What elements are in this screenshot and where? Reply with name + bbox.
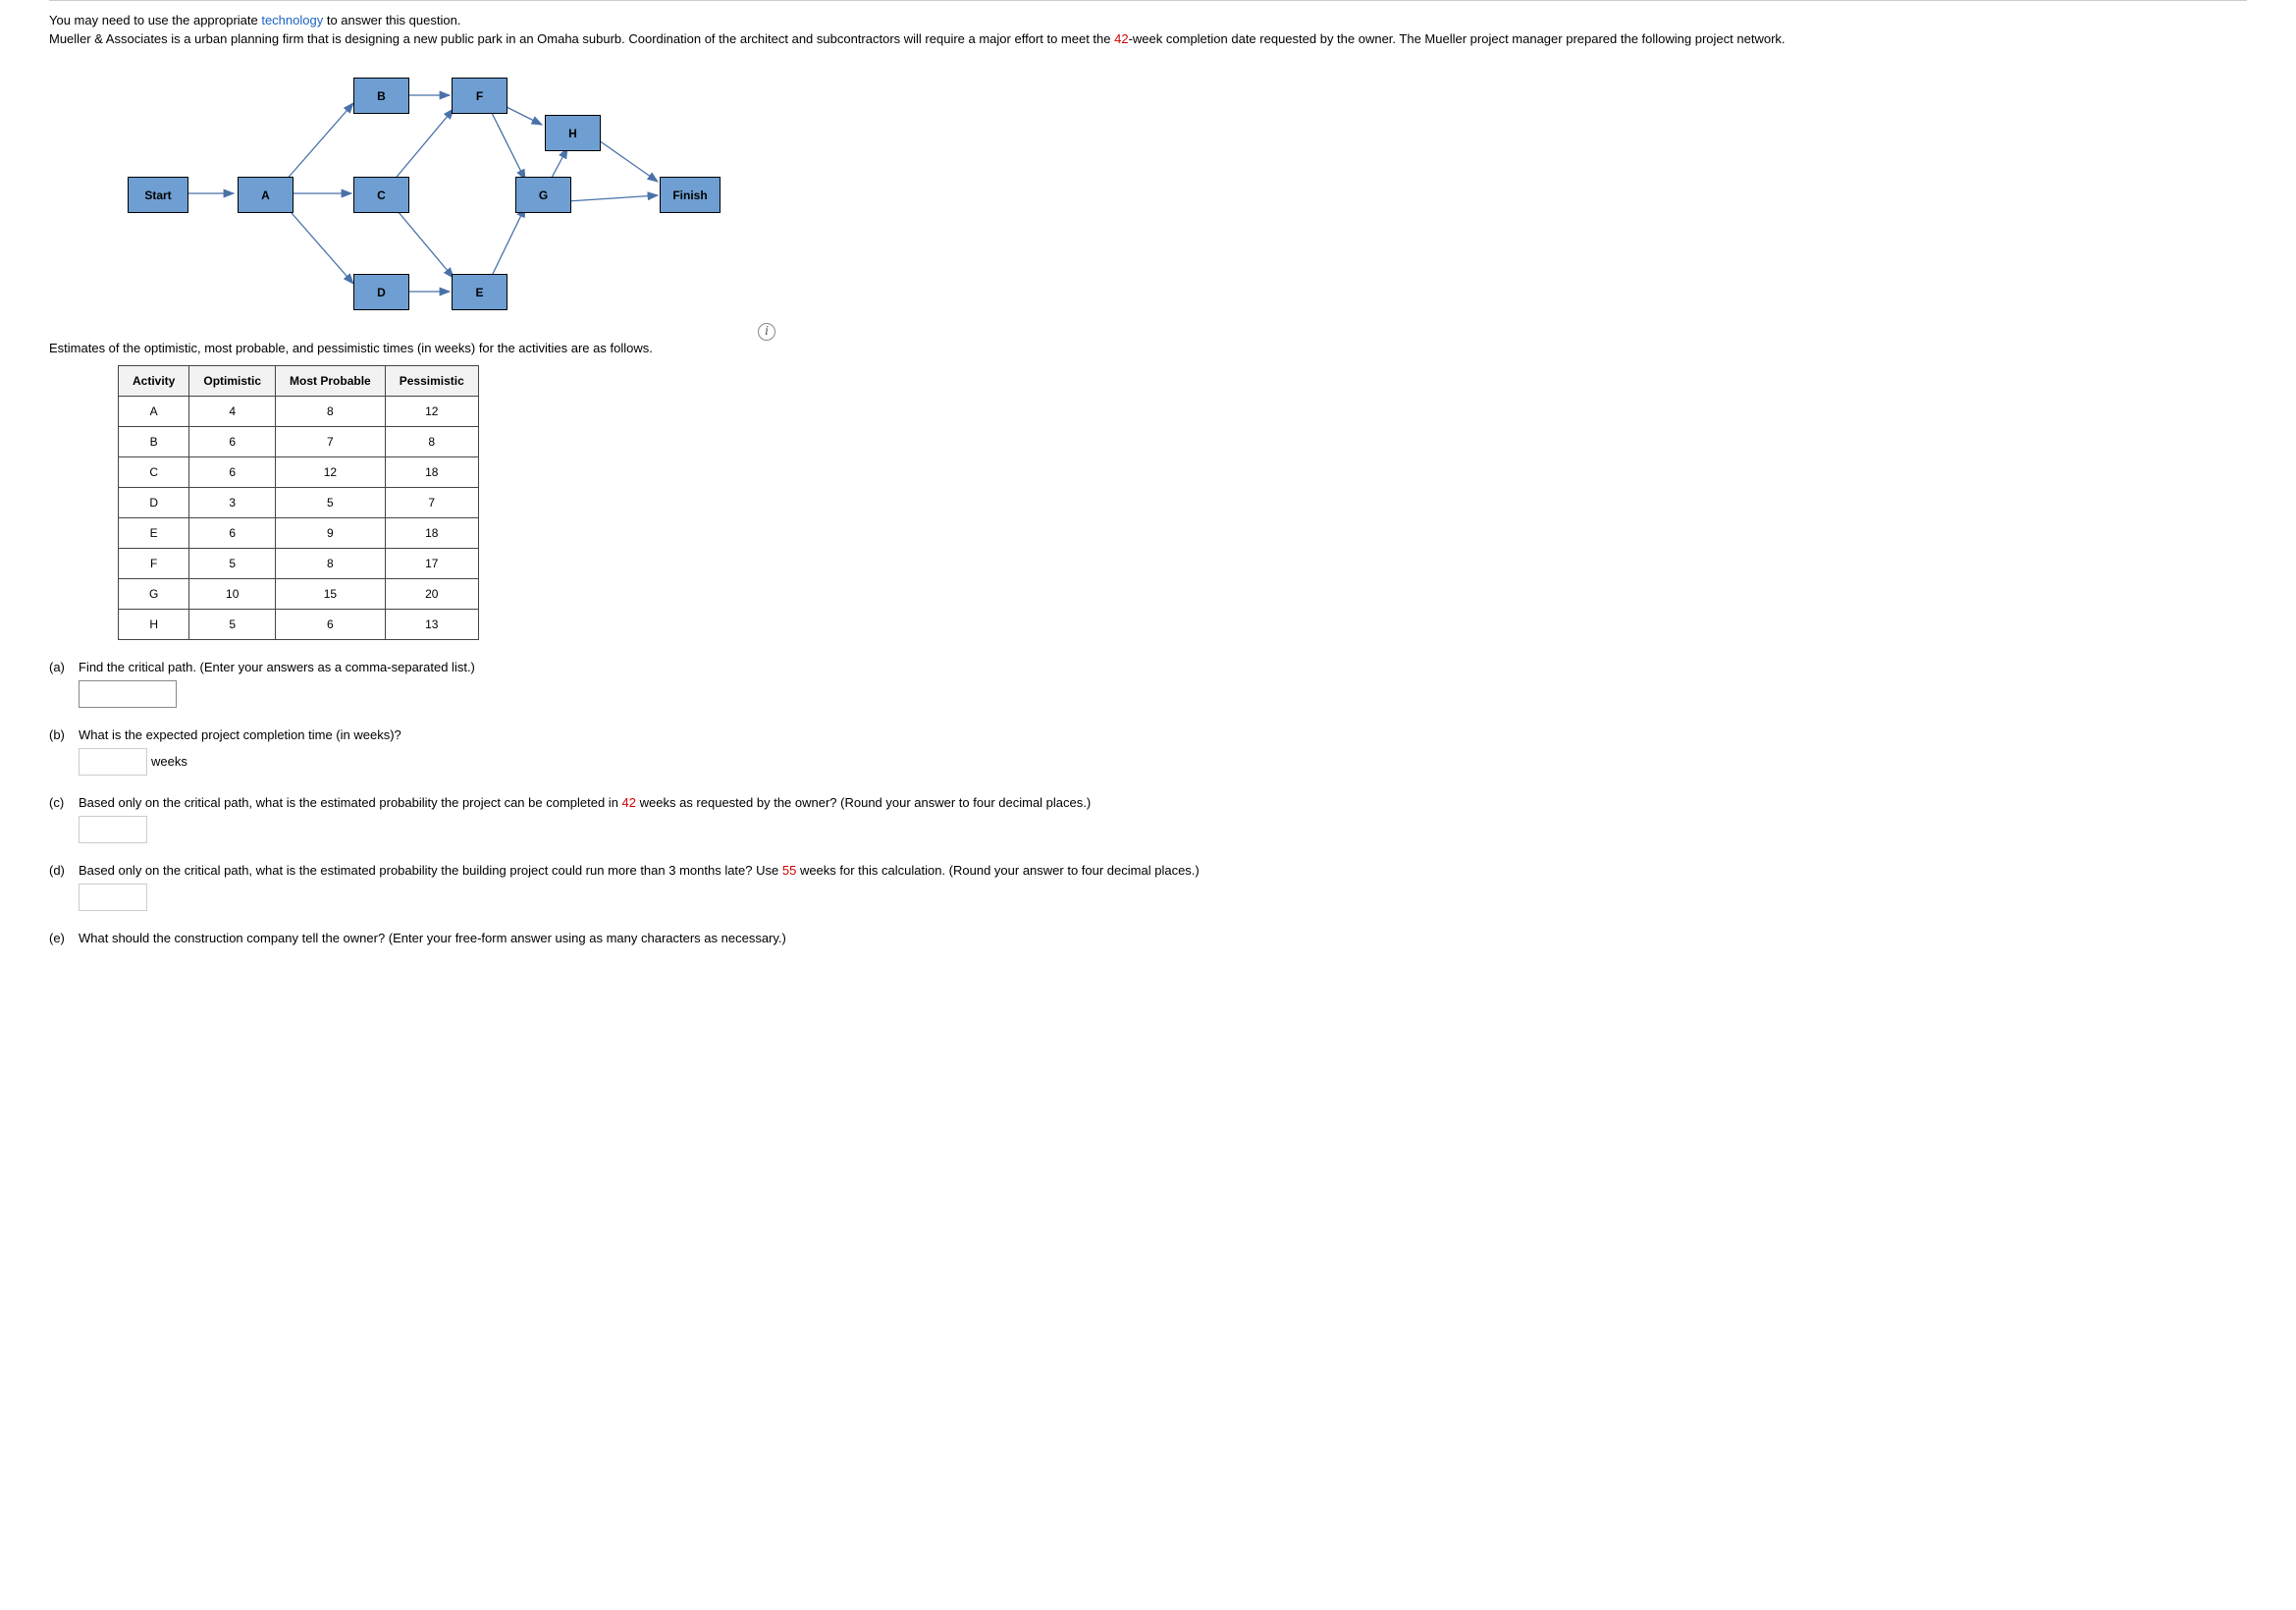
node-f: F xyxy=(452,78,507,114)
table-row: H5613 xyxy=(119,610,479,640)
col-optimistic: Optimistic xyxy=(189,366,276,397)
table-cell: D xyxy=(119,488,189,518)
intro-line1-post: to answer this question. xyxy=(323,13,460,27)
node-c: C xyxy=(353,177,409,213)
intro-line2-pre: Mueller & Associates is a urban planning… xyxy=(49,31,1114,46)
q-text-c-post: weeks as requested by the owner? (Round … xyxy=(636,795,1091,810)
info-icon[interactable]: i xyxy=(758,323,775,341)
table-cell: 13 xyxy=(385,610,478,640)
table-cell: 15 xyxy=(276,579,386,610)
node-h: H xyxy=(545,115,601,151)
answer-input-a[interactable] xyxy=(79,680,177,708)
q-label-b: (b) xyxy=(49,727,79,776)
table-row: D357 xyxy=(119,488,479,518)
q-text-b: What is the expected project completion … xyxy=(79,727,2247,742)
table-cell: 3 xyxy=(189,488,276,518)
q-label-e: (e) xyxy=(49,931,79,951)
q-label-a: (a) xyxy=(49,660,79,708)
table-cell: 6 xyxy=(276,610,386,640)
table-cell: 8 xyxy=(276,549,386,579)
table-cell: 17 xyxy=(385,549,478,579)
table-cell: 7 xyxy=(385,488,478,518)
answer-input-c[interactable] xyxy=(79,816,147,843)
table-cell: H xyxy=(119,610,189,640)
col-activity: Activity xyxy=(119,366,189,397)
table-cell: 4 xyxy=(189,397,276,427)
intro-line1-pre: You may need to use the appropriate xyxy=(49,13,261,27)
intro-line2-post: -week completion date requested by the o… xyxy=(1129,31,1786,46)
q-label-c: (c) xyxy=(49,795,79,843)
weeks-42: 42 xyxy=(1114,31,1128,46)
col-most-probable: Most Probable xyxy=(276,366,386,397)
q-text-d-pre: Based only on the critical path, what is… xyxy=(79,863,782,878)
estimates-table: Activity Optimistic Most Probable Pessim… xyxy=(118,365,479,640)
question-a: (a) Find the critical path. (Enter your … xyxy=(49,660,2247,708)
table-cell: 6 xyxy=(189,457,276,488)
node-g: G xyxy=(515,177,571,213)
question-b: (b) What is the expected project complet… xyxy=(49,727,2247,776)
table-cell: G xyxy=(119,579,189,610)
table-cell: A xyxy=(119,397,189,427)
answer-input-d[interactable] xyxy=(79,884,147,911)
node-e: E xyxy=(452,274,507,310)
table-row: F5817 xyxy=(119,549,479,579)
table-cell: 6 xyxy=(189,427,276,457)
table-cell: 12 xyxy=(385,397,478,427)
table-cell: 12 xyxy=(276,457,386,488)
q-label-d: (d) xyxy=(49,863,79,911)
table-row: G101520 xyxy=(119,579,479,610)
q-text-e: What should the construction company tel… xyxy=(79,931,2247,945)
q-text-d-post: weeks for this calculation. (Round your … xyxy=(796,863,1199,878)
table-cell: 18 xyxy=(385,457,478,488)
col-pessimistic: Pessimistic xyxy=(385,366,478,397)
table-cell: 20 xyxy=(385,579,478,610)
table-cell: 9 xyxy=(276,518,386,549)
q-text-a: Find the critical path. (Enter your answ… xyxy=(79,660,2247,674)
question-e: (e) What should the construction company… xyxy=(49,931,2247,951)
q-c-red: 42 xyxy=(622,795,636,810)
node-b: B xyxy=(353,78,409,114)
unit-weeks: weeks xyxy=(151,754,187,769)
node-finish: Finish xyxy=(660,177,721,213)
table-row: E6918 xyxy=(119,518,479,549)
table-row: B678 xyxy=(119,427,479,457)
table-cell: 10 xyxy=(189,579,276,610)
table-cell: F xyxy=(119,549,189,579)
answer-input-b[interactable] xyxy=(79,748,147,776)
table-cell: 5 xyxy=(189,610,276,640)
node-d: D xyxy=(353,274,409,310)
node-start: Start xyxy=(128,177,188,213)
table-cell: 7 xyxy=(276,427,386,457)
table-row: A4812 xyxy=(119,397,479,427)
table-cell: 8 xyxy=(276,397,386,427)
node-a: A xyxy=(238,177,294,213)
technology-link[interactable]: technology xyxy=(261,13,323,27)
project-network-diagram: Start A B C D F E G H Finish i xyxy=(128,56,736,331)
table-row: C61218 xyxy=(119,457,479,488)
table-cell: E xyxy=(119,518,189,549)
question-c: (c) Based only on the critical path, wha… xyxy=(49,795,2247,843)
q-d-red: 55 xyxy=(782,863,796,878)
estimates-text: Estimates of the optimistic, most probab… xyxy=(49,341,2247,355)
table-cell: 8 xyxy=(385,427,478,457)
table-cell: 5 xyxy=(189,549,276,579)
table-cell: C xyxy=(119,457,189,488)
intro-text: You may need to use the appropriate tech… xyxy=(49,13,2247,46)
table-cell: 5 xyxy=(276,488,386,518)
table-cell: 18 xyxy=(385,518,478,549)
table-cell: B xyxy=(119,427,189,457)
table-cell: 6 xyxy=(189,518,276,549)
q-text-c-pre: Based only on the critical path, what is… xyxy=(79,795,622,810)
question-d: (d) Based only on the critical path, wha… xyxy=(49,863,2247,911)
